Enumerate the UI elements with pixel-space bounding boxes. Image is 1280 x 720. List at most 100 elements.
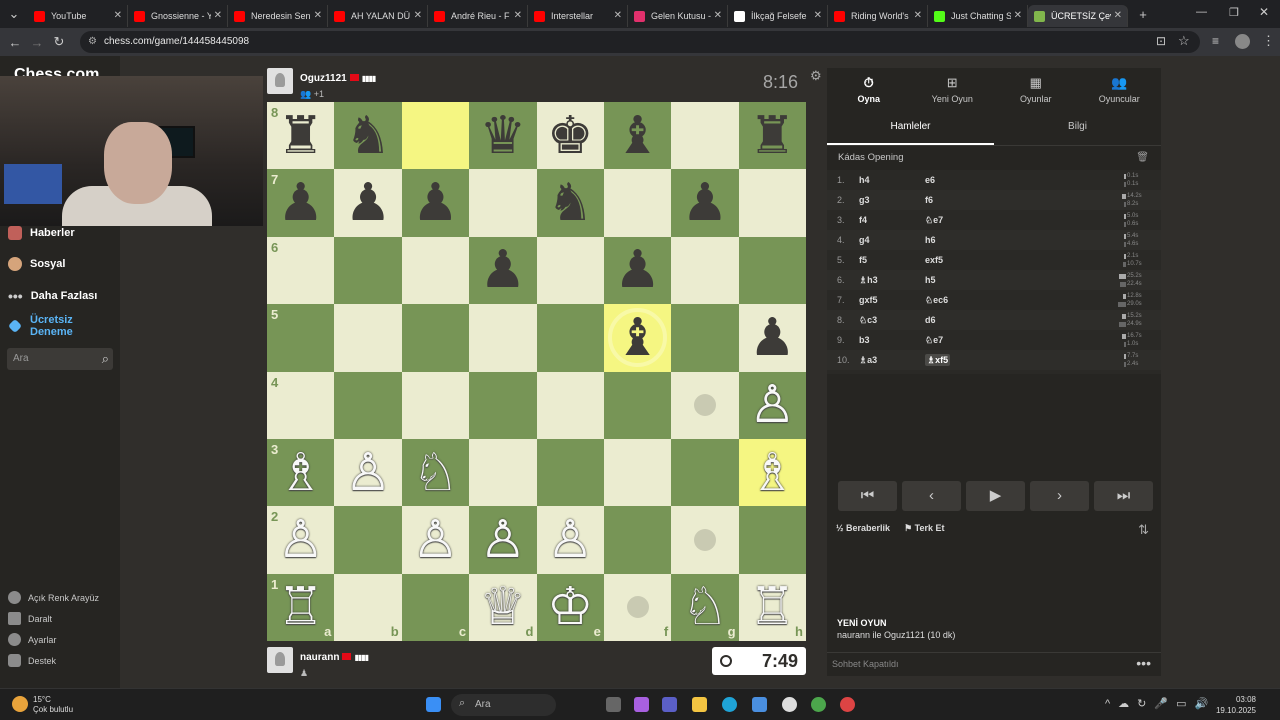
- square-f6[interactable]: ♟: [603, 236, 672, 305]
- windows-start-icon[interactable]: [426, 697, 441, 712]
- close-tab-icon[interactable]: ✕: [714, 10, 722, 21]
- square-g8[interactable]: [671, 102, 739, 170]
- white-queen-icon[interactable]: ♕: [480, 581, 527, 633]
- square-e6[interactable]: [536, 236, 604, 305]
- black-pawn-icon[interactable]: ♟: [480, 244, 527, 296]
- resign-button[interactable]: ⚑ Terk Et: [904, 523, 944, 534]
- white-move[interactable]: ♘c3: [859, 315, 925, 326]
- flip-board-icon[interactable]: ⇅: [1138, 522, 1149, 538]
- white-king-icon[interactable]: ♔: [547, 581, 594, 633]
- browser-tab[interactable]: İlkçağ Felsefe ✕: [728, 5, 828, 27]
- square-h4[interactable]: ♙: [738, 371, 806, 439]
- browser-tab[interactable]: Neredesin Sen ✕: [228, 5, 328, 27]
- square-c6[interactable]: [401, 236, 470, 305]
- panel-tab[interactable]: ⊞ Yeni Oyun: [911, 68, 995, 108]
- maximize-icon[interactable]: ❐: [1229, 6, 1239, 19]
- square-a3[interactable]: 3 ♗: [267, 438, 335, 507]
- panel-tab[interactable]: ▦ Oyunlar: [994, 68, 1078, 108]
- square-d6[interactable]: ♟: [469, 236, 537, 305]
- square-d7[interactable]: [469, 169, 537, 237]
- square-b1[interactable]: b: [334, 573, 402, 641]
- sidebar-item-more[interactable]: ••• Daha Fazlası: [8, 288, 97, 304]
- square-f4[interactable]: [603, 371, 672, 439]
- tray-icons[interactable]: ^☁↻🎤▭🔊: [1105, 697, 1216, 710]
- draw-button[interactable]: ½ Beraberlik: [836, 523, 890, 534]
- white-move[interactable]: g3: [859, 195, 925, 205]
- task-view-icon[interactable]: [606, 697, 621, 712]
- square-h6[interactable]: [738, 236, 806, 305]
- square-e8[interactable]: ♚: [536, 102, 604, 170]
- square-d3[interactable]: [469, 438, 537, 507]
- last-move-button[interactable]: ⏭: [1094, 481, 1153, 511]
- legal-move-dot[interactable]: [693, 394, 716, 417]
- minimize-icon[interactable]: —: [1196, 6, 1207, 18]
- square-c8[interactable]: [401, 102, 470, 170]
- square-b6[interactable]: [334, 236, 402, 305]
- square-f5[interactable]: ♝: [603, 304, 672, 372]
- square-c1[interactable]: c: [401, 573, 470, 641]
- close-tab-icon[interactable]: ✕: [1014, 10, 1022, 21]
- browser-tab[interactable]: Just Chatting S ✕: [928, 5, 1028, 27]
- square-a5[interactable]: 5: [267, 304, 335, 372]
- tab-moves[interactable]: Hamleler: [827, 110, 994, 145]
- square-g3[interactable]: [671, 438, 739, 507]
- play-button[interactable]: ▶: [966, 481, 1025, 511]
- close-tab-icon[interactable]: ✕: [114, 10, 122, 21]
- black-move[interactable]: ♗xf5: [925, 353, 991, 366]
- square-g2[interactable]: [671, 506, 739, 574]
- square-d2[interactable]: ♙: [469, 506, 537, 574]
- square-f7[interactable]: [603, 169, 672, 237]
- top-player-name[interactable]: Oguz1121: [300, 73, 347, 84]
- square-d5[interactable]: [469, 304, 537, 372]
- white-pawn-icon[interactable]: ♙: [547, 514, 594, 566]
- reload-icon[interactable]: ↻: [48, 34, 70, 50]
- square-b2[interactable]: [334, 506, 402, 574]
- square-h2[interactable]: [738, 506, 806, 574]
- next-move-button[interactable]: ›: [1030, 481, 1089, 511]
- square-a1[interactable]: 1 a ♖: [267, 573, 335, 641]
- square-a7[interactable]: 7 ♟: [267, 169, 335, 237]
- bookmark-star-icon[interactable]: ☆: [1178, 33, 1190, 49]
- square-d1[interactable]: d ♕: [469, 573, 537, 641]
- sidebar-item-news[interactable]: Haberler: [8, 226, 75, 240]
- install-icon[interactable]: ⊡: [1156, 34, 1166, 48]
- copilot-icon[interactable]: [634, 697, 649, 712]
- white-pawn-icon[interactable]: ♙: [749, 379, 796, 431]
- close-tab-icon[interactable]: ✕: [214, 10, 222, 21]
- square-c7[interactable]: ♟: [401, 169, 470, 237]
- square-g7[interactable]: ♟: [671, 169, 739, 237]
- light-theme-toggle[interactable]: Açık Renk Arayüz: [8, 591, 99, 604]
- black-rook-icon[interactable]: ♜: [277, 110, 324, 162]
- white-pawn-icon[interactable]: ♙: [480, 514, 527, 566]
- close-tab-icon[interactable]: ✕: [814, 10, 822, 21]
- back-icon[interactable]: ←: [4, 35, 26, 50]
- white-rook-icon[interactable]: ♖: [277, 581, 324, 633]
- black-move[interactable]: e6: [925, 175, 991, 185]
- square-b5[interactable]: [334, 304, 402, 372]
- browser-tab[interactable]: YouTube ✕: [28, 5, 128, 27]
- square-a2[interactable]: 2 ♙: [267, 506, 335, 574]
- teams-icon[interactable]: [662, 697, 677, 712]
- profile-avatar[interactable]: [1235, 34, 1250, 49]
- square-e5[interactable]: [536, 304, 604, 372]
- url-input[interactable]: ⚙ chess.com/game/144458445098: [80, 31, 1200, 53]
- settings-button[interactable]: Ayarlar: [8, 633, 56, 646]
- square-b8[interactable]: ♞: [334, 102, 402, 170]
- white-pawn-icon[interactable]: ♙: [277, 514, 324, 566]
- square-f2[interactable]: [603, 506, 672, 574]
- square-c2[interactable]: ♙: [401, 506, 470, 574]
- white-bishop-icon[interactable]: ♗: [277, 447, 324, 499]
- panel-tab[interactable]: ⏱ Oyna: [827, 68, 911, 108]
- browser-tab[interactable]: Riding World's ✕: [828, 5, 928, 27]
- square-h5[interactable]: ♟: [738, 304, 806, 372]
- black-move[interactable]: ♘ec6: [925, 295, 991, 306]
- black-move[interactable]: d6: [925, 315, 991, 325]
- system-clock[interactable]: 03:08 19.10.2025: [1216, 694, 1256, 716]
- black-pawn-icon[interactable]: ♟: [345, 177, 392, 229]
- white-move[interactable]: ♗a3: [859, 355, 925, 366]
- square-c5[interactable]: [401, 304, 470, 372]
- panel-tab[interactable]: 👥 Oyuncular: [1078, 68, 1162, 108]
- store-icon[interactable]: [752, 697, 767, 712]
- chat-input[interactable]: Sohbet Kapatıldı •••: [827, 652, 1161, 676]
- legal-move-dot[interactable]: [693, 528, 716, 551]
